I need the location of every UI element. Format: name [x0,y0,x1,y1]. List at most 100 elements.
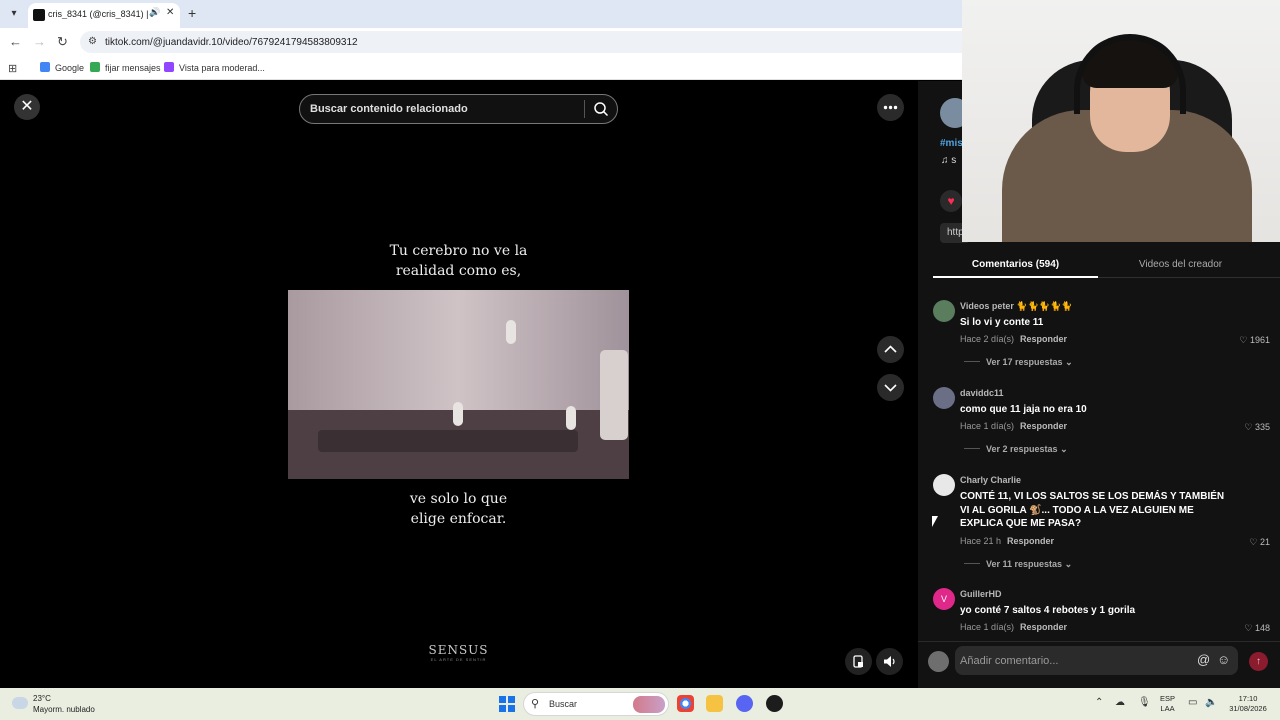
tiktok-favicon-icon [33,9,45,21]
clock-date: 31/08/2026 [1229,704,1267,713]
tab-creator-videos[interactable]: Videos del creador [1098,259,1263,270]
hashtag-link[interactable]: #mis [940,138,963,149]
url-text[interactable]: tiktok.com/@juandavidr.10/video/76792417… [105,37,358,48]
comment-item: daviddc11 como que 11 jaja no era 10 Hac… [933,387,1273,467]
avatar[interactable] [933,387,955,409]
bookmark-vista-moderador[interactable]: Vista para moderad... [164,62,265,73]
taskbar-search-label: Buscar [549,699,578,709]
mouse-cursor-icon [932,516,938,527]
picture-in-picture-button[interactable] [845,648,872,675]
music-label[interactable]: ♫ s [941,155,956,166]
emoji-icon[interactable]: ☺ [1217,652,1230,667]
view-replies-button[interactable]: Ver 2 respuestas ⌄ [964,444,1068,455]
speaker-icon[interactable]: 🔊 [149,7,160,18]
clock[interactable]: 17:10 31/08/2026 [1226,694,1270,714]
chevron-down-icon: ⌄ [1064,559,1073,569]
reply-button[interactable]: Responder [1007,536,1054,546]
browser-tabbar: ▾ cris_8341 (@cris_8341) | Tik 🔊 ✕ + [0,0,962,28]
chrome-icon[interactable] [677,695,694,712]
comment-meta: Hace 2 día(s) Responder [960,334,1067,344]
back-arrow-icon[interactable]: ← [9,34,22,49]
close-tab-icon[interactable]: ✕ [166,7,174,18]
webcam-overlay [962,0,1280,242]
reply-button[interactable]: Responder [1020,421,1067,431]
network-icon[interactable]: ☁ [1115,697,1125,708]
omnibox[interactable]: ⚙ tiktok.com/@juandavidr.10/video/767924… [80,31,962,53]
obs-icon[interactable] [766,695,783,712]
previous-video-button[interactable] [877,336,904,363]
view-replies-label: Ver 17 respuestas [986,357,1063,367]
tab-search-menu-icon[interactable]: ▾ [6,6,22,22]
heart-icon[interactable]: ♥ [940,190,962,212]
apps-grid-icon[interactable]: ⊞ [8,62,17,75]
temperature[interactable]: 23°C [33,694,51,703]
send-arrow-icon[interactable]: ↑ [1249,652,1268,671]
site-info-icon[interactable]: ⚙ [88,36,97,47]
language-indicator[interactable]: ESP LAA [1160,694,1175,714]
avatar[interactable]: V [933,588,955,610]
file-explorer-icon[interactable] [706,695,723,712]
view-replies-button[interactable]: Ver 17 respuestas ⌄ [964,357,1073,368]
like-count: 21 [1259,537,1270,547]
avatar[interactable] [933,300,955,322]
reload-icon[interactable]: ↻ [57,34,68,50]
screen: ▾ cris_8341 (@cris_8341) | Tik 🔊 ✕ + ← →… [0,0,1280,720]
chevron-up-icon[interactable]: ⌃ [1095,697,1103,708]
microphone-icon[interactable]: 🎙 [1138,697,1151,708]
close-video-button[interactable]: ✕ [14,94,40,120]
clock-time: 17:10 [1238,694,1258,703]
weather-description[interactable]: Mayorm. nublado [33,705,95,714]
comment-likes[interactable]: ♡ 1961 [1239,335,1270,346]
cloud-icon[interactable] [12,697,28,709]
browser-tab[interactable]: cris_8341 (@cris_8341) | Tik 🔊 ✕ [28,3,180,28]
search-icon[interactable] [592,100,610,118]
comment-likes[interactable]: ♡ 21 [1249,537,1270,548]
bookmark-label: Vista para moderad... [179,63,265,73]
reply-button[interactable]: Responder [1020,334,1067,344]
speaker-icon[interactable]: 🔈 [1205,697,1217,708]
divider [964,448,980,449]
comment-likes[interactable]: ♡ 148 [1244,623,1270,634]
discord-icon[interactable] [736,695,753,712]
taskbar-search[interactable]: ⚲ Buscar [523,692,669,716]
next-video-button[interactable] [877,374,904,401]
new-tab-icon[interactable]: + [188,5,196,21]
google-icon [40,62,50,72]
volume-button[interactable] [876,648,903,675]
comment-username[interactable]: Charly Charlie [960,475,1021,485]
related-search-input[interactable] [300,95,585,123]
avatar[interactable] [933,474,955,496]
headset [1074,34,1186,114]
tab-comments[interactable]: Comentarios (594) [933,259,1098,270]
comment-username[interactable]: daviddc11 [960,388,1004,398]
comment-likes[interactable]: ♡ 335 [1244,422,1270,433]
more-options-button[interactable] [877,94,904,121]
divider [964,563,980,564]
mention-icon[interactable]: @ [1197,652,1210,667]
view-replies-label: Ver 11 respuestas [986,559,1063,569]
bookmark-label: fijar mensajes [105,63,161,73]
comment-time: Hace 1 día(s) [960,622,1015,632]
windows-start-icon[interactable] [499,696,515,712]
video-frame-gym-scene [288,290,629,479]
comment-text: como que 11 jaja no era 10 [960,404,1087,415]
comment-text: CONTÉ 11, VI LOS SALTOS SE LOS DEMÁS Y T… [960,491,1225,529]
add-comment-input[interactable] [960,648,1188,673]
view-replies-button[interactable]: Ver 11 respuestas ⌄ [964,559,1072,570]
forward-arrow-icon[interactable]: → [33,34,46,49]
comment-text: Si lo vi y conte 11 [960,317,1044,328]
comment-username[interactable]: Videos peter 🐈🐈🐈🐈🐈 [960,301,1072,312]
like-count: 335 [1254,422,1270,432]
reply-button[interactable]: Responder [1020,622,1067,632]
player-figure [566,406,576,430]
comment-time: Hace 21 h [960,536,1002,546]
player-figure [453,402,463,426]
bookmark-google[interactable]: Google [40,62,84,73]
twitch-icon [164,62,174,72]
comment-username[interactable]: GuillerHD [960,589,1002,599]
comment-time: Hace 2 día(s) [960,334,1015,344]
related-search-bar [299,94,618,124]
wifi-icon[interactable]: ▭ [1188,697,1197,708]
bookmarks-bar: ⊞ Google fijar mensajes Vista para moder… [0,56,962,80]
bookmark-fijar-mensajes[interactable]: fijar mensajes [90,62,161,73]
